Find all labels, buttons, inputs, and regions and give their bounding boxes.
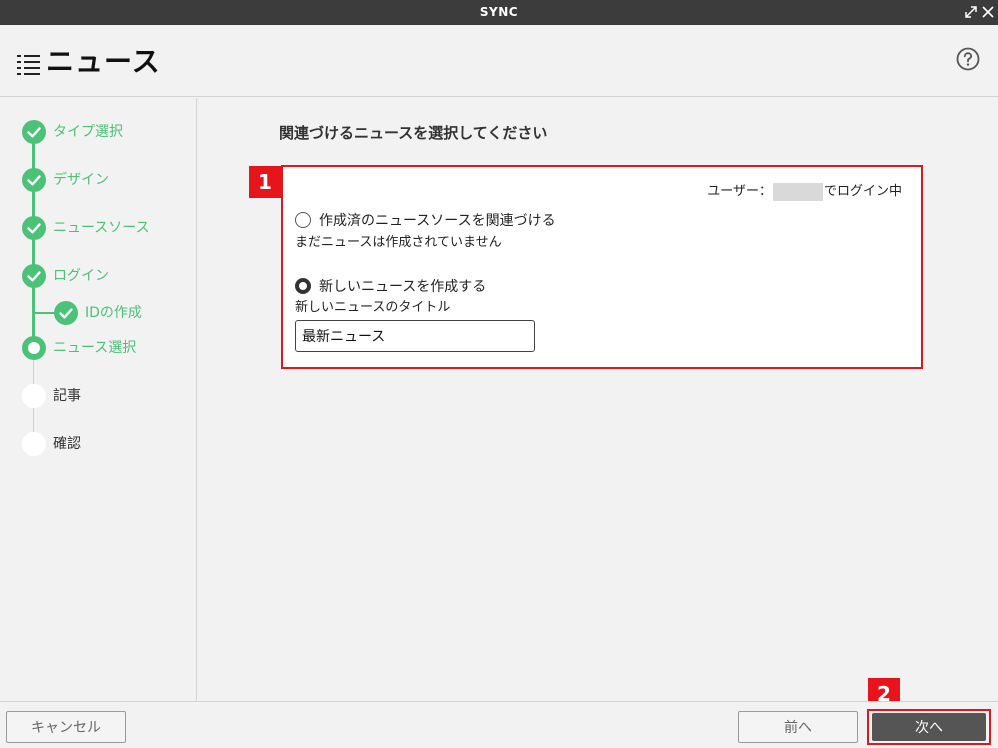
step-label-article: 記事 [53, 388, 81, 404]
step-check-icon [54, 301, 78, 325]
login-status: ユーザー： でログイン中 [707, 182, 902, 202]
step-check-icon [22, 120, 46, 144]
step-current-icon [22, 336, 46, 360]
previous-button[interactable]: 前へ [738, 711, 858, 743]
news-list-icon [17, 53, 41, 75]
step-label-design: デザイン [53, 172, 109, 188]
step-label-create-id: IDの作成 [85, 305, 142, 321]
footer-bar: キャンセル 前へ 次へ [0, 701, 998, 748]
masked-username [772, 182, 823, 201]
page-title: ニュース [46, 45, 161, 78]
new-title-label: 新しいニュースのタイトル [295, 300, 451, 315]
radio-create-new-label: 新しいニュースを作成する [319, 279, 487, 295]
radio-existing-icon[interactable] [295, 212, 311, 228]
step-check-icon [22, 168, 46, 192]
progress-rail [32, 134, 35, 348]
step-pending-icon [22, 432, 46, 456]
step-label-login: ログイン [53, 268, 109, 284]
login-prefix: ユーザー： [707, 184, 772, 199]
next-button[interactable]: 次へ [872, 713, 986, 741]
step-check-icon [22, 264, 46, 288]
close-icon[interactable] [979, 3, 997, 21]
news-selection-panel: ユーザー： でログイン中 作成済のニュースソースを関連づける まだニュースは作成さ… [281, 165, 923, 369]
radio-existing-source[interactable]: 作成済のニュースソースを関連づける [295, 210, 556, 230]
help-icon[interactable] [956, 47, 980, 71]
radio-existing-label: 作成済のニュースソースを関連づける [319, 213, 556, 229]
login-suffix: でログイン中 [823, 184, 902, 199]
step-pending-icon [22, 384, 46, 408]
expand-icon[interactable] [962, 3, 980, 21]
cancel-button[interactable]: キャンセル [6, 711, 126, 743]
no-news-note: まだニュースは作成されていません [295, 235, 502, 250]
content-heading: 関連づけるニュースを選択してください [279, 124, 548, 142]
radio-create-new[interactable]: 新しいニュースを作成する [295, 276, 486, 296]
step-label-type: タイプ選択 [53, 124, 123, 140]
step-sidebar: タイプ選択 デザイン ニュースソース ログイン IDの作成 ニュース選択 記事 … [0, 98, 197, 701]
window-titlebar: SYNC [0, 0, 998, 25]
page-header: ニュース [0, 25, 998, 97]
step-label-news-select: ニュース選択 [53, 340, 137, 356]
news-title-input[interactable] [295, 320, 535, 352]
next-button-highlight: 次へ [867, 709, 991, 745]
step-label-news-source: ニュースソース [53, 220, 150, 236]
step-check-icon [22, 216, 46, 240]
window-title: SYNC [479, 5, 519, 19]
radio-create-new-icon[interactable] [295, 278, 311, 294]
step-label-confirm: 確認 [53, 436, 81, 452]
annotation-badge-1: 1 [249, 166, 281, 198]
